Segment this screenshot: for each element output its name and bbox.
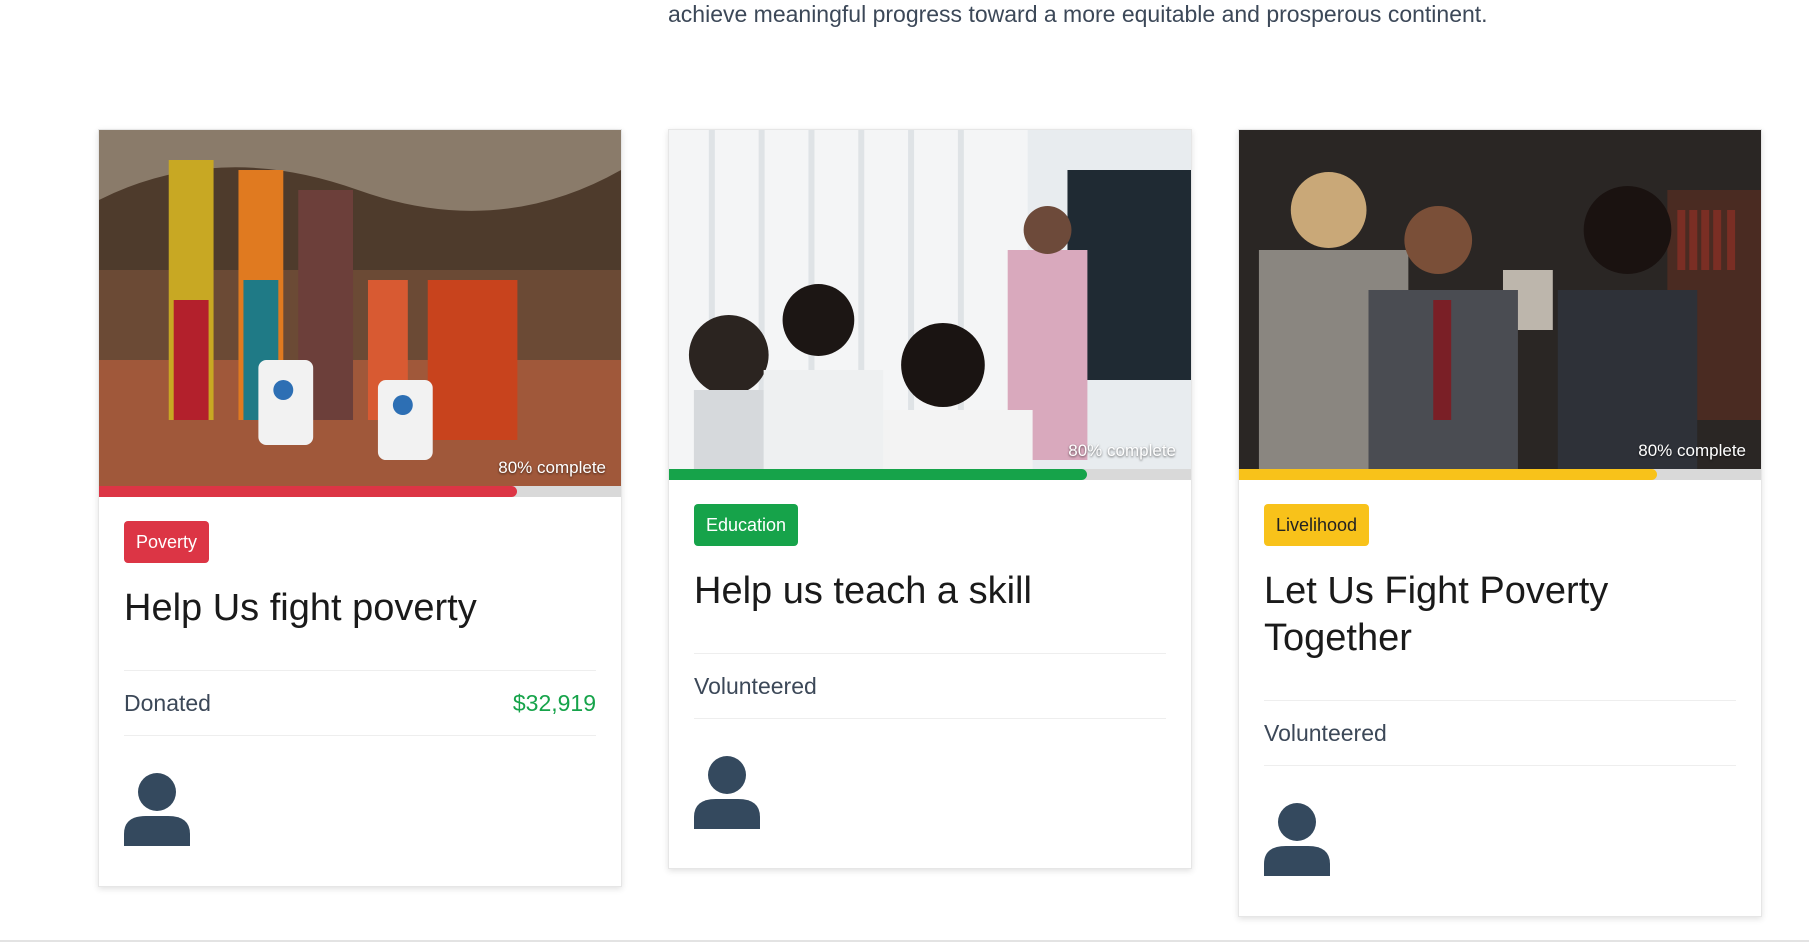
card-body: Education Help us teach a skill Voluntee… [669, 480, 1191, 829]
card-title[interactable]: Let Us Fight Poverty Together [1264, 568, 1736, 662]
user-icon [694, 755, 760, 829]
stat-label: Donated [124, 689, 211, 716]
section-divider [0, 940, 1809, 942]
progress-fill [99, 486, 517, 497]
campaign-card-livelihood[interactable]: 80% complete Livelihood Let Us Fight Pov… [1238, 129, 1762, 917]
user-icon [124, 772, 190, 846]
campaign-image[interactable]: 80% complete [99, 130, 621, 486]
campaign-photo [99, 130, 621, 486]
volunteer-stat-row: Volunteered [694, 653, 1166, 719]
category-badge[interactable]: Education [694, 504, 799, 546]
card-title[interactable]: Help Us fight poverty [124, 585, 596, 632]
category-badge[interactable]: Poverty [124, 521, 210, 563]
progress-bar [1239, 469, 1761, 480]
page: achieve meaningful progress toward a mor… [0, 0, 1809, 943]
progress-label: 80% complete [1068, 441, 1176, 460]
progress-bar [669, 469, 1191, 480]
category-badge[interactable]: Livelihood [1264, 504, 1370, 546]
progress-label: 80% complete [498, 458, 606, 477]
campaign-card-education[interactable]: 80% complete Education Help us teach a s… [668, 129, 1192, 869]
card-title[interactable]: Help us teach a skill [694, 568, 1166, 615]
progress-fill [669, 469, 1087, 480]
progress-label: 80% complete [1638, 441, 1746, 460]
campaign-image[interactable]: 80% complete [669, 130, 1191, 469]
campaign-image[interactable]: 80% complete [1239, 130, 1761, 469]
campaign-card-poverty[interactable]: 80% complete Poverty Help Us fight pover… [98, 129, 622, 887]
progress-bar [99, 486, 621, 497]
stat-value: $32,919 [512, 689, 596, 716]
progress-fill [1239, 469, 1657, 480]
user-icon [1264, 802, 1330, 876]
donation-stat-row: Donated $32,919 [124, 670, 596, 736]
intro-paragraph: achieve meaningful progress toward a mor… [668, 1, 1488, 27]
volunteer-stat-row: Volunteered [1264, 700, 1736, 766]
stat-label: Volunteered [1264, 719, 1387, 746]
campaign-photo [669, 130, 1191, 469]
card-body: Poverty Help Us fight poverty Donated $3… [99, 497, 621, 846]
card-body: Livelihood Let Us Fight Poverty Together… [1239, 480, 1761, 876]
stat-label: Volunteered [694, 672, 817, 699]
campaign-photo [1239, 130, 1761, 469]
